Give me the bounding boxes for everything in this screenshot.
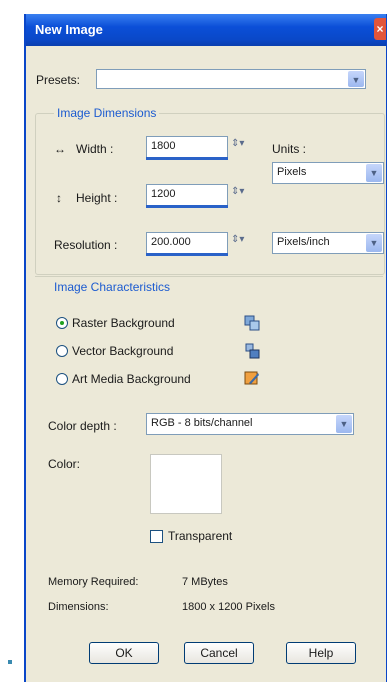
units-label: Units : xyxy=(272,142,307,156)
chevron-down-icon: ▼ xyxy=(348,71,364,87)
presets-label: Presets: xyxy=(36,73,81,87)
dialog-title: New Image xyxy=(35,22,103,37)
color-label: Color: xyxy=(48,457,81,471)
art-media-radio[interactable] xyxy=(56,373,68,385)
width-slider-bar[interactable] xyxy=(146,157,228,160)
divider xyxy=(35,276,383,277)
close-icon[interactable]: × xyxy=(374,18,386,40)
resolution-spinner[interactable]: ⇕▾ xyxy=(231,234,257,254)
resolution-units-value: Pixels/inch xyxy=(277,236,330,248)
color-depth-label: Color depth : xyxy=(48,419,117,433)
color-swatch[interactable] xyxy=(150,454,222,514)
width-label: Width : xyxy=(76,142,114,156)
raster-layer-icon xyxy=(244,315,260,331)
units-dropdown[interactable]: Pixels ▼ xyxy=(272,162,384,184)
dimensions-value: 1800 x 1200 Pixels xyxy=(182,601,275,613)
raster-label[interactable]: Raster Background xyxy=(72,316,175,330)
memory-label: Memory Required: xyxy=(48,576,139,588)
cancel-button[interactable]: Cancel xyxy=(184,642,254,664)
resolution-slider-bar[interactable] xyxy=(146,253,228,256)
transparent-checkbox[interactable] xyxy=(150,530,163,543)
title-bar[interactable]: New Image × xyxy=(26,14,386,46)
height-spinner[interactable]: ⇕▾ xyxy=(231,186,257,206)
resolution-units-dropdown[interactable]: Pixels/inch ▼ xyxy=(272,232,384,254)
height-arrow-icon: ↕ xyxy=(56,191,62,205)
resolution-value: 200.000 xyxy=(151,236,191,248)
resolution-label: Resolution : xyxy=(54,238,118,252)
height-label: Height : xyxy=(76,191,118,205)
width-spinner[interactable]: ⇕▾ xyxy=(231,138,257,158)
transparent-label[interactable]: Transparent xyxy=(168,529,232,543)
color-depth-dropdown[interactable]: RGB - 8 bits/channel ▼ xyxy=(146,413,354,435)
raster-radio[interactable] xyxy=(56,317,68,329)
chevron-down-icon: ▼ xyxy=(366,234,382,252)
corner-marker xyxy=(8,660,12,664)
height-slider-bar[interactable] xyxy=(146,205,228,208)
color-depth-value: RGB - 8 bits/channel xyxy=(151,417,253,429)
ok-button[interactable]: OK xyxy=(89,642,159,664)
help-button[interactable]: Help xyxy=(286,642,356,664)
width-input[interactable]: 1800 xyxy=(146,136,228,158)
image-characteristics-heading: Image Characteristics xyxy=(54,280,171,294)
vector-radio[interactable] xyxy=(56,345,68,357)
height-value: 1200 xyxy=(151,188,176,200)
dimensions-label: Dimensions: xyxy=(48,601,109,613)
presets-dropdown[interactable]: ▼ xyxy=(96,69,366,89)
image-dimensions-heading: Image Dimensions xyxy=(54,106,160,120)
width-arrow-icon: ↔ xyxy=(54,142,66,156)
height-input[interactable]: 1200 xyxy=(146,184,228,206)
chevron-down-icon: ▼ xyxy=(336,415,352,433)
vector-label[interactable]: Vector Background xyxy=(72,344,173,358)
memory-value: 7 MBytes xyxy=(182,576,228,588)
new-image-dialog: New Image × Presets: ▼ Image Dimensions … xyxy=(24,14,387,682)
chevron-down-icon: ▼ xyxy=(366,164,382,182)
units-value: Pixels xyxy=(277,166,307,178)
art-media-icon xyxy=(244,371,259,385)
resolution-input[interactable]: 200.000 xyxy=(146,232,228,254)
vector-layer-icon xyxy=(245,343,260,359)
width-value: 1800 xyxy=(151,140,176,152)
art-media-label[interactable]: Art Media Background xyxy=(72,372,191,386)
